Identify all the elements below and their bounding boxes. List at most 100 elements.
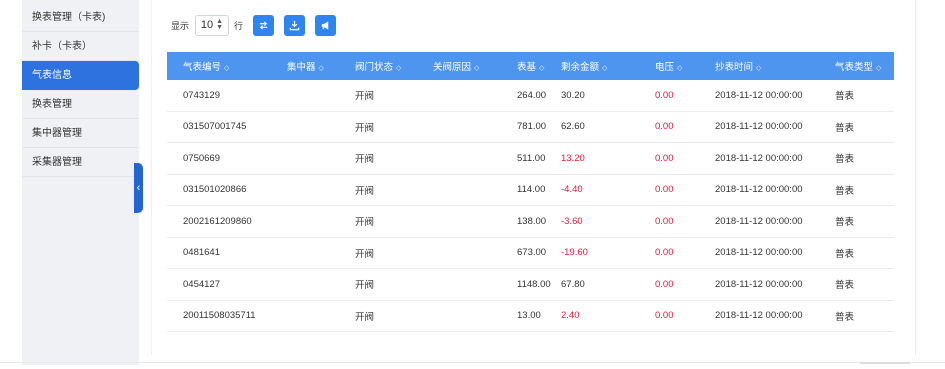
table-row[interactable]: 2002161209860 开阀 138.00 -3.60 0.00 2018-… bbox=[167, 206, 894, 238]
cell-read-time: 2018-11-12 00:00:00 bbox=[715, 89, 803, 101]
cell-read-time: 2018-11-12 00:00:00 bbox=[715, 278, 803, 290]
table-row[interactable]: 0481641 开阀 673.00 -19.60 0.00 2018-11-12… bbox=[167, 238, 894, 269]
cell-meter-base: 1148.00 bbox=[517, 278, 551, 290]
cell-meter-type: 普表 bbox=[835, 91, 855, 103]
cell-meter-type: 普表 bbox=[835, 280, 855, 292]
cell-meter-base: 114.00 bbox=[517, 184, 546, 196]
rows-per-page-select[interactable]: 10 ▲ ▼ bbox=[195, 14, 230, 36]
sidebar-item-replace-meter[interactable]: 换表管理 bbox=[22, 90, 139, 119]
col-balance[interactable]: 剩余金额 ◇ bbox=[561, 59, 655, 73]
cell-balance: 62.60 bbox=[561, 121, 585, 133]
table-row[interactable]: 0750669 开阀 511.00 13.20 0.00 2018-11-12 … bbox=[167, 143, 894, 175]
notify-button[interactable] bbox=[315, 14, 337, 36]
cell-valve-status: 开阀 bbox=[355, 248, 375, 260]
col-close-reason[interactable]: 关阀原因 ◇ bbox=[433, 59, 517, 73]
cell-meter-type: 普表 bbox=[835, 248, 855, 260]
spinner-icon: ▲ ▼ bbox=[216, 18, 224, 31]
sort-icon: ◇ bbox=[677, 65, 683, 72]
cell-meter-type: 普表 bbox=[835, 311, 855, 323]
cell-voltage: 0.00 bbox=[655, 152, 674, 164]
cell-read-time: 2018-11-12 00:00:00 bbox=[715, 184, 803, 196]
col-valve-status[interactable]: 阀门状态 ◇ bbox=[355, 59, 433, 73]
cell-read-time: 2018-11-12 00:00:00 bbox=[715, 121, 803, 133]
cell-voltage: 0.00 bbox=[655, 310, 674, 322]
cell-voltage: 0.00 bbox=[655, 278, 674, 290]
cell-balance: 13.20 bbox=[561, 152, 585, 164]
cell-voltage: 0.00 bbox=[655, 184, 674, 196]
cell-valve-status: 开阀 bbox=[355, 154, 375, 166]
sidebar-item-concentrator[interactable]: 集中器管理 bbox=[22, 119, 139, 148]
table-row[interactable]: 0743129 开阀 264.00 30.20 0.00 2018-11-12 … bbox=[167, 80, 894, 112]
cell-balance: 2.40 bbox=[561, 310, 580, 322]
cell-read-time: 2018-11-12 00:00:00 bbox=[715, 215, 803, 227]
cell-balance: 30.20 bbox=[561, 89, 585, 101]
col-voltage[interactable]: 电压 ◇ bbox=[655, 59, 715, 73]
table-header: 气表编号 ◇ 集中器 ◇ 阀门状态 ◇ 关阀原因 ◇ 表基 ◇ 剩余金额 ◇ 电压 ◇ 抄表时… bbox=[167, 52, 894, 80]
sort-icon: ◇ bbox=[756, 65, 762, 72]
export-button[interactable] bbox=[284, 14, 306, 36]
main-panel: 显示 10 ▲ ▼ 行 气表编号 ◇ 集中器 ◇ 阀门状态 ◇ 关阀原因 ◇ 表基 ◇ 剩余… bbox=[151, 0, 916, 355]
table-row[interactable]: 031501020866 开阀 114.00 -4.40 0.00 2018-1… bbox=[167, 175, 894, 206]
cell-voltage: 0.00 bbox=[655, 89, 674, 101]
cell-meter-id: 0481641 bbox=[183, 247, 220, 259]
cell-meter-id: 031507001745 bbox=[183, 121, 247, 133]
cell-meter-base: 13.00 bbox=[517, 310, 541, 322]
switch-icon bbox=[259, 20, 268, 30]
sidebar-item-reissue-card[interactable]: 补卡（卡表） bbox=[22, 32, 139, 61]
cell-balance: -4.40 bbox=[561, 184, 583, 196]
meter-table: 气表编号 ◇ 集中器 ◇ 阀门状态 ◇ 关阀原因 ◇ 表基 ◇ 剩余金额 ◇ 电压 ◇ 抄表时… bbox=[167, 52, 894, 332]
cell-valve-status: 开阀 bbox=[355, 91, 375, 103]
cell-read-time: 2018-11-12 00:00:00 bbox=[715, 152, 803, 164]
cell-valve-status: 开阀 bbox=[355, 280, 375, 292]
cell-meter-type: 普表 bbox=[835, 185, 855, 197]
cell-meter-id: 0743129 bbox=[183, 89, 220, 101]
col-meter-type[interactable]: 气表类型 ◇ bbox=[835, 59, 894, 73]
sidebar-item-collector[interactable]: 采集器管理 bbox=[22, 148, 139, 177]
show-label: 显示 bbox=[171, 20, 190, 31]
cell-meter-id: 2002161209860 bbox=[183, 215, 252, 227]
col-read-time[interactable]: 抄表时间 ◇ bbox=[715, 59, 835, 73]
sort-icon: ◇ bbox=[474, 65, 480, 72]
cell-balance: 67.80 bbox=[561, 278, 585, 290]
chevron-left-icon: ‹ bbox=[136, 182, 141, 194]
sidebar-item-replace-card-meter[interactable]: 换表管理（卡表) bbox=[22, 0, 139, 32]
cell-valve-status: 开阀 bbox=[355, 185, 375, 197]
sidebar: 换表管理（卡表) 补卡（卡表） 气表信息 换表管理 集中器管理 采集器管理 bbox=[22, 0, 139, 365]
cell-meter-id: 031501020866 bbox=[183, 184, 247, 196]
col-meter-base[interactable]: 表基 ◇ bbox=[517, 59, 561, 73]
cell-meter-type: 普表 bbox=[835, 154, 855, 166]
cell-voltage: 0.00 bbox=[655, 215, 674, 227]
divider bbox=[860, 362, 910, 364]
megaphone-icon bbox=[321, 20, 329, 30]
toggle-columns-button[interactable] bbox=[253, 14, 275, 36]
cell-meter-type: 普表 bbox=[835, 217, 855, 229]
sidebar-collapse-button[interactable]: ‹ bbox=[134, 163, 143, 213]
sort-icon: ◇ bbox=[602, 65, 608, 72]
sort-icon: ◇ bbox=[396, 65, 402, 72]
cell-balance: -19.60 bbox=[561, 247, 588, 259]
cell-voltage: 0.00 bbox=[655, 121, 674, 133]
cell-meter-id: 0750669 bbox=[183, 152, 220, 164]
cell-read-time: 2018-11-12 00:00:00 bbox=[715, 247, 803, 259]
cell-meter-base: 264.00 bbox=[517, 89, 547, 101]
sort-icon: ◇ bbox=[876, 65, 882, 72]
sort-icon: ◇ bbox=[539, 65, 545, 72]
table-row[interactable]: 20011508035711 开阀 13.00 2.40 0.00 2018-1… bbox=[167, 301, 894, 332]
cell-valve-status: 开阀 bbox=[355, 311, 375, 323]
cell-valve-status: 开阀 bbox=[355, 122, 375, 134]
cell-meter-base: 673.00 bbox=[517, 247, 547, 259]
table-row[interactable]: 0454127 开阀 1148.00 67.80 0.00 2018-11-12… bbox=[167, 269, 894, 301]
cell-meter-id: 0454127 bbox=[183, 278, 220, 290]
cell-meter-base: 511.00 bbox=[517, 152, 546, 164]
rows-unit-label: 行 bbox=[234, 20, 244, 31]
cell-balance: -3.60 bbox=[561, 215, 583, 227]
sidebar-item-meter-info[interactable]: 气表信息 bbox=[22, 61, 139, 90]
cell-meter-base: 138.00 bbox=[517, 215, 547, 227]
col-meter-id[interactable]: 气表编号 ◇ bbox=[167, 59, 287, 73]
rows-per-page-value: 10 bbox=[200, 19, 214, 31]
table-row[interactable]: 031507001745 开阀 781.00 62.60 0.00 2018-1… bbox=[167, 112, 894, 143]
cell-meter-id: 20011508035711 bbox=[183, 310, 256, 322]
col-concentrator[interactable]: 集中器 ◇ bbox=[287, 59, 355, 73]
table-toolbar: 显示 10 ▲ ▼ 行 bbox=[171, 12, 337, 38]
cell-voltage: 0.00 bbox=[655, 247, 674, 259]
